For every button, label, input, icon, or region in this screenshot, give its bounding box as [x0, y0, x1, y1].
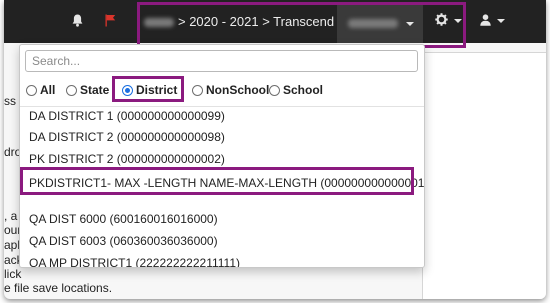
user-icon[interactable] — [480, 14, 491, 28]
app-window: > 2020 - 2021 > Transcend ss dro , a our… — [4, 0, 546, 299]
filter-label: School — [283, 83, 324, 97]
role-menu[interactable] — [337, 4, 423, 43]
bell-icon[interactable] — [72, 14, 83, 29]
user-chevron-icon — [497, 19, 505, 23]
list-item[interactable]: QA DIST 6000 (600160016016000) — [29, 211, 218, 227]
list-item[interactable]: DA DISTRICT 1 (000000000000099) — [29, 108, 225, 124]
radio-icon — [269, 84, 280, 96]
filter-label: NonSchool — [206, 83, 270, 97]
list-item[interactable]: PKDISTRICT1- MAX -LENGTH NAME-MAX-LENGTH… — [29, 175, 424, 191]
bg-text-fragment: lick — [4, 267, 22, 281]
chevron-down-icon — [406, 22, 414, 26]
org-selector-dropdown: All State District NonSchool School DA D… — [19, 44, 425, 268]
bg-text-fragment: e file save locations. — [4, 281, 113, 295]
list-item[interactable]: DA DISTRICT 2 (000000000000098) — [29, 129, 225, 145]
filter-label: All — [40, 83, 56, 97]
filter-nonschool[interactable]: NonSchool — [192, 83, 269, 97]
radio-checked-icon — [122, 84, 133, 96]
role-name-redacted — [348, 19, 398, 28]
filter-school[interactable]: School — [269, 83, 323, 97]
radio-icon — [192, 84, 203, 96]
bg-text-fragment: , a — [4, 209, 18, 223]
top-navbar: > 2020 - 2021 > Transcend — [4, 0, 546, 43]
list-item[interactable]: PK DISTRICT 2 (000000000000002) — [29, 151, 225, 167]
settings-chevron-icon — [454, 19, 462, 23]
org-context-menu[interactable]: > 2020 - 2021 > Transcend — [144, 14, 346, 29]
radio-icon — [66, 84, 77, 96]
divider — [20, 106, 424, 107]
list-item[interactable]: QA MP DISTRICT1 (222222222211111) — [29, 255, 240, 267]
filter-all[interactable]: All — [26, 83, 55, 97]
radio-icon — [26, 84, 37, 96]
side-panel — [422, 52, 546, 299]
list-item[interactable]: QA DIST 6003 (060360036036000) — [29, 233, 218, 249]
filter-state[interactable]: State — [66, 83, 109, 97]
org-path-label: > 2020 - 2021 > Transcend — [178, 14, 335, 29]
filter-district[interactable]: District — [122, 83, 177, 97]
gear-icon[interactable] — [435, 13, 448, 28]
org-name-redacted — [144, 18, 174, 28]
bg-text-fragment: ss — [4, 94, 16, 108]
filter-label: State — [80, 83, 110, 97]
search-input[interactable] — [25, 50, 418, 72]
flag-icon[interactable] — [105, 14, 116, 29]
filter-label: District — [136, 83, 178, 97]
